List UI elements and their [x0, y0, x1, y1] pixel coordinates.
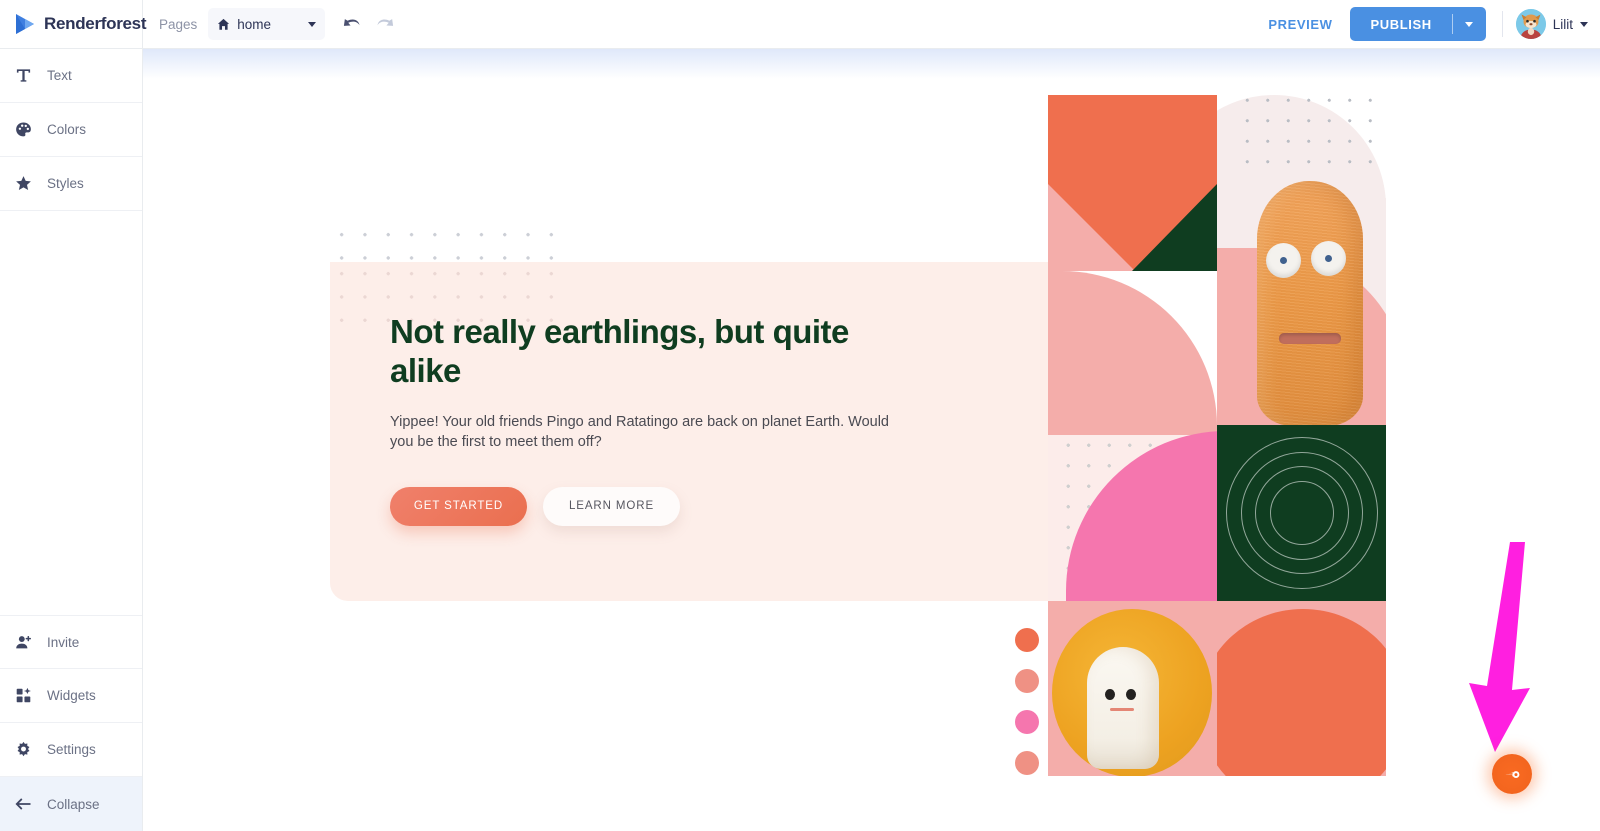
color-swatch[interactable] [1014, 751, 1039, 775]
color-swatch[interactable] [1014, 710, 1039, 734]
gear-icon [13, 741, 33, 758]
home-icon [217, 18, 230, 31]
text-t-icon [13, 67, 33, 84]
sidebar-item-label: Text [47, 68, 72, 83]
hero-buttons: GET STARTED LEARN MORE [390, 486, 950, 526]
sidebar-item-label: Colors [47, 122, 87, 137]
sidebar-item-collapse[interactable]: Collapse [0, 777, 142, 831]
collage-cell-mid-left [1048, 425, 1217, 601]
brand-logo-area[interactable]: Renderforest [0, 0, 147, 48]
star-icon [13, 175, 33, 192]
semrush-comet-icon [1504, 770, 1519, 778]
collage-cell-mid-right [1217, 425, 1386, 601]
topbar-right-actions: PREVIEW PUBLISH Lilit [1268, 0, 1600, 48]
brand-name: Renderforest [44, 14, 147, 33]
collage-cell-top-right [1217, 88, 1386, 425]
toolbar-divider [1501, 11, 1503, 37]
website-canvas[interactable]: Not really earthlings, but quite alike Y… [143, 49, 1600, 831]
sidebar-item-styles[interactable]: Styles [0, 157, 142, 211]
color-swatch[interactable] [1014, 628, 1039, 652]
creature-eye-right [1311, 241, 1346, 276]
widgets-grid-icon [13, 687, 33, 704]
get-started-button[interactable]: GET STARTED [390, 486, 527, 526]
sidebar-item-widgets[interactable]: Widgets [0, 669, 142, 723]
sidebar-item-label: Collapse [47, 796, 100, 812]
sidebar-item-label: Settings [47, 742, 96, 757]
publish-button-group[interactable]: PUBLISH [1350, 7, 1486, 41]
sidebar-item-label: Invite [47, 634, 80, 650]
pink-quarter-circle-shape [1048, 271, 1217, 425]
chevron-down-icon [1580, 21, 1588, 27]
collage-cell-bottom-left [1048, 601, 1217, 776]
collage-cell-top-left [1048, 88, 1217, 425]
history-buttons [339, 12, 397, 36]
canvas-top-shadow [143, 49, 1600, 79]
sidebar-item-label: Styles [47, 176, 84, 191]
user-plus-icon [13, 634, 33, 651]
pink-triangle-shape [1048, 184, 1135, 271]
dot-grid-decoration-collage [1237, 90, 1385, 168]
ratatingo-white-ghost-creature [1087, 647, 1159, 769]
green-triangle-shape [1132, 184, 1217, 271]
preview-button[interactable]: PREVIEW [1268, 17, 1332, 32]
avatar [1515, 9, 1546, 39]
semrush-comet-icon-button[interactable] [1492, 754, 1532, 794]
hero-content: Not really earthlings, but quite alike Y… [390, 313, 950, 526]
learn-more-button[interactable]: LEARN MORE [543, 486, 680, 526]
color-swatch-strip [1005, 623, 1048, 777]
play-triangle-logo-icon [14, 12, 36, 36]
pages-label: Pages [159, 16, 198, 32]
chevron-down-icon [308, 21, 317, 27]
ghost-mouth [1110, 708, 1134, 711]
redo-arrow-icon[interactable] [373, 12, 397, 36]
concentric-ring-4 [1269, 481, 1334, 545]
page-selector-value: home [237, 16, 272, 32]
top-toolbar: Renderforest Pages home PREVIEW PUBLISH … [0, 0, 1600, 49]
creature-eye-left [1266, 243, 1301, 278]
chevron-down-icon [1465, 21, 1474, 27]
hero-title[interactable]: Not really earthlings, but quite alike [390, 313, 910, 390]
left-sidebar: Text Colors Styles Invite Widgets Settin… [0, 49, 143, 831]
sidebar-item-colors[interactable]: Colors [0, 103, 142, 157]
sidebar-item-settings[interactable]: Settings [0, 723, 142, 777]
creature-mouth [1279, 333, 1341, 344]
arrow-left-icon [13, 795, 33, 813]
hero-subtitle[interactable]: Yippee! Your old friends Pingo and Ratat… [390, 413, 890, 453]
sidebar-item-invite[interactable]: Invite [0, 615, 142, 669]
hero-image-collage[interactable] [1005, 88, 1405, 776]
publish-dropdown-button[interactable] [1453, 7, 1486, 41]
sidebar-item-label: Widgets [47, 688, 96, 703]
user-name: Lilit [1552, 16, 1573, 32]
publish-button[interactable]: PUBLISH [1350, 7, 1451, 41]
renderforest-website-editor: Renderforest Pages home PREVIEW PUBLISH … [0, 0, 1600, 831]
page-selector-dropdown[interactable]: home [208, 8, 326, 40]
palette-icon [13, 121, 33, 138]
ghost-eye-left [1105, 689, 1115, 700]
salmon-band-shape [1048, 425, 1217, 435]
collage-cell-bottom-right [1217, 601, 1386, 776]
color-swatch[interactable] [1014, 669, 1039, 693]
sidebar-item-text[interactable]: Text [0, 49, 142, 103]
orange-circle-shape [1217, 609, 1386, 776]
undo-arrow-icon[interactable] [339, 12, 363, 36]
pingo-fuzzy-orange-creature [1257, 181, 1363, 425]
ghost-eye-right [1126, 689, 1136, 700]
user-menu[interactable]: Lilit [1515, 9, 1588, 39]
